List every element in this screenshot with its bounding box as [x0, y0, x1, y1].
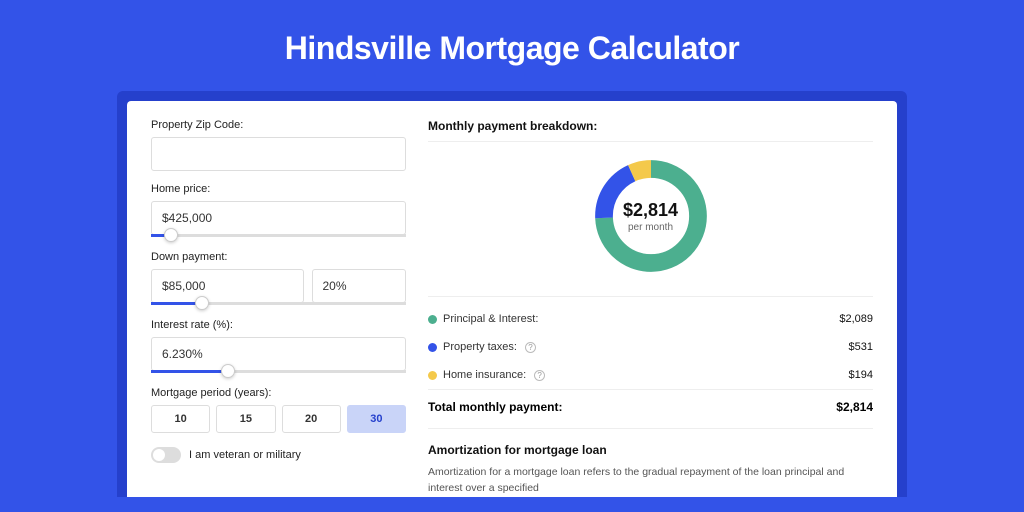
rate-field-group: Interest rate (%):: [151, 319, 406, 373]
divider: [428, 141, 873, 142]
period-buttons: 10152030: [151, 405, 406, 433]
legend-dot: [428, 343, 437, 352]
down-percent-input[interactable]: [312, 269, 407, 303]
divider: [428, 296, 873, 297]
zip-field-group: Property Zip Code:: [151, 119, 406, 171]
hero: Hindsville Mortgage Calculator: [0, 0, 1024, 91]
rate-slider-fill: [151, 370, 228, 373]
period-button-10[interactable]: 10: [151, 405, 210, 433]
legend-row: Property taxes:? $531: [428, 333, 873, 361]
donut-chart-wrap: $2,814 per month: [428, 150, 873, 288]
price-field-group: Home price:: [151, 183, 406, 237]
zip-input[interactable]: [151, 137, 406, 171]
rate-input[interactable]: [151, 337, 406, 371]
legend-dot: [428, 371, 437, 380]
legend-label: Property taxes:: [443, 341, 517, 353]
period-button-30[interactable]: 30: [347, 405, 406, 433]
amortization-text: Amortization for a mortgage loan refers …: [428, 465, 873, 497]
down-label: Down payment:: [151, 251, 406, 263]
help-icon[interactable]: ?: [534, 370, 545, 381]
rate-slider[interactable]: [151, 370, 406, 373]
veteran-label: I am veteran or military: [189, 449, 301, 461]
down-amount-input[interactable]: [151, 269, 304, 303]
zip-label: Property Zip Code:: [151, 119, 406, 131]
legend-value: $194: [849, 369, 873, 381]
legend: Principal & Interest: $2,089 Property taxe…: [428, 305, 873, 389]
rate-label: Interest rate (%):: [151, 319, 406, 331]
page-title: Hindsville Mortgage Calculator: [0, 30, 1024, 67]
amortization-title: Amortization for mortgage loan: [428, 443, 873, 457]
period-button-15[interactable]: 15: [216, 405, 275, 433]
period-field-group: Mortgage period (years): 10152030: [151, 387, 406, 433]
form-column: Property Zip Code: Home price: Down paym…: [151, 119, 406, 497]
total-value: $2,814: [836, 400, 873, 414]
legend-row: Home insurance:? $194: [428, 361, 873, 389]
donut-per-label: per month: [628, 222, 673, 233]
total-label: Total monthly payment:: [428, 400, 562, 414]
veteran-toggle-row: I am veteran or military: [151, 447, 406, 463]
donut-chart: $2,814 per month: [589, 154, 713, 278]
legend-label: Home insurance:: [443, 369, 526, 381]
down-field-group: Down payment:: [151, 251, 406, 305]
legend-row: Principal & Interest: $2,089: [428, 305, 873, 333]
card-wrap: Property Zip Code: Home price: Down paym…: [117, 91, 907, 497]
price-input[interactable]: [151, 201, 406, 235]
legend-value: $2,089: [839, 313, 873, 325]
amortization-block: Amortization for mortgage loan Amortizat…: [428, 428, 873, 497]
breakdown-column: Monthly payment breakdown: $2,814 per mo…: [428, 119, 873, 497]
total-row: Total monthly payment: $2,814: [428, 389, 873, 428]
donut-center: $2,814 per month: [589, 154, 713, 278]
price-slider[interactable]: [151, 234, 406, 237]
calculator-card: Property Zip Code: Home price: Down paym…: [127, 101, 897, 497]
down-slider[interactable]: [151, 302, 406, 305]
period-button-20[interactable]: 20: [282, 405, 341, 433]
price-slider-thumb[interactable]: [164, 228, 178, 242]
legend-value: $531: [849, 341, 873, 353]
down-slider-thumb[interactable]: [195, 296, 209, 310]
breakdown-title: Monthly payment breakdown:: [428, 119, 873, 133]
price-label: Home price:: [151, 183, 406, 195]
legend-label: Principal & Interest:: [443, 313, 538, 325]
help-icon[interactable]: ?: [525, 342, 536, 353]
donut-amount: $2,814: [623, 200, 678, 221]
rate-slider-thumb[interactable]: [221, 364, 235, 378]
legend-dot: [428, 315, 437, 324]
veteran-toggle[interactable]: [151, 447, 181, 463]
period-label: Mortgage period (years):: [151, 387, 406, 399]
